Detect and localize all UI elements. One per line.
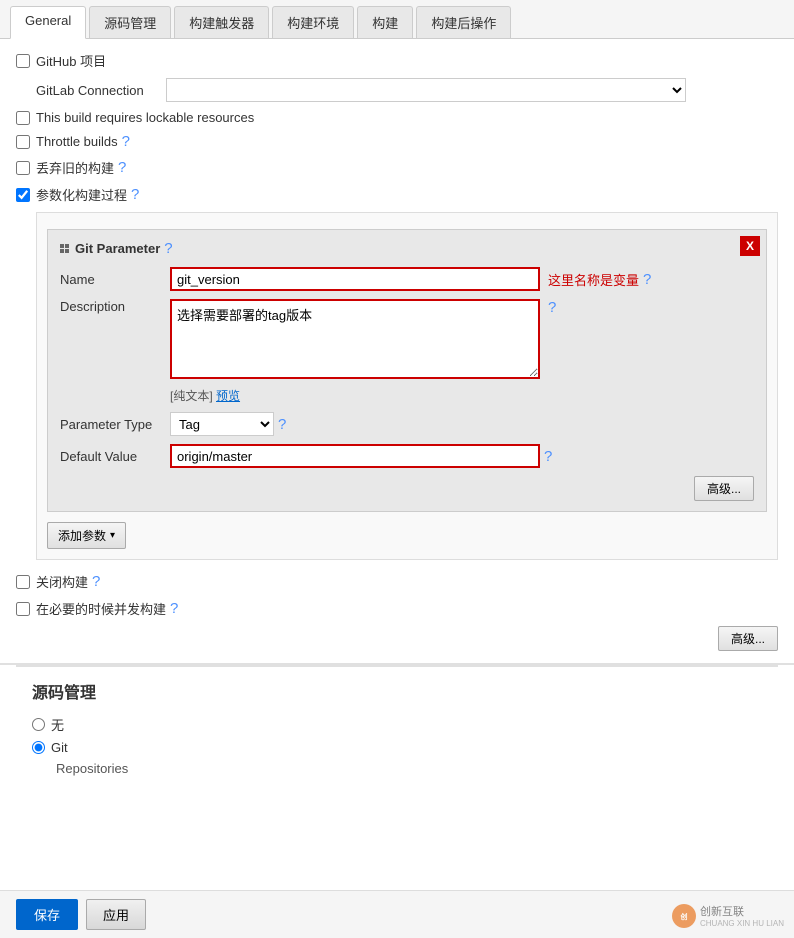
watermark-logo: 创 — [672, 904, 696, 928]
name-label: Name — [60, 272, 170, 287]
default-value-row: Default Value ? — [60, 444, 754, 468]
param-type-row: Parameter Type Tag Branch Revision Pull … — [60, 412, 754, 436]
parameterized-checkbox[interactable] — [16, 188, 30, 202]
gitlab-label: GitLab Connection — [36, 83, 166, 98]
watermark: 创 创新互联 CHUANG XIN HU LIAN — [672, 903, 784, 928]
discard-label: 丢弃旧的构建 — [36, 158, 114, 177]
tab-post[interactable]: 构建后操作 — [416, 6, 511, 38]
parameterized-help-icon[interactable]: ? — [131, 186, 139, 203]
github-label: GitHub 项目 — [36, 51, 106, 70]
preview-link[interactable]: 预览 — [216, 389, 240, 403]
description-label: Description — [60, 299, 170, 314]
throttle-row: Throttle builds ? — [16, 133, 778, 150]
git-param-title-text: Git Parameter — [75, 241, 160, 256]
description-help-icon[interactable]: ? — [548, 299, 556, 316]
name-input[interactable] — [170, 267, 540, 291]
disable-build-label: 关闭构建 — [36, 572, 88, 591]
lockable-checkbox[interactable] — [16, 111, 30, 125]
tab-env[interactable]: 构建环境 — [272, 6, 354, 38]
grid-icon — [60, 244, 69, 253]
source-section: 源码管理 无 Git Repositories — [16, 665, 778, 788]
disable-build-checkbox[interactable] — [16, 575, 30, 589]
concurrent-checkbox[interactable] — [16, 602, 30, 616]
tab-trigger[interactable]: 构建触发器 — [174, 6, 269, 38]
name-row: Name 这里名称是变量 ? — [60, 267, 754, 291]
git-label: Git — [51, 740, 68, 755]
git-radio-row: Git — [32, 740, 762, 755]
concurrent-row: 在必要的时候并发构建 ? — [16, 599, 778, 618]
discard-help-icon[interactable]: ? — [118, 159, 126, 176]
concurrent-help-icon[interactable]: ? — [170, 600, 178, 617]
tab-source[interactable]: 源码管理 — [89, 6, 171, 38]
default-value-input[interactable] — [170, 444, 540, 468]
discard-checkbox[interactable] — [16, 161, 30, 175]
parameterized-row: 参数化构建过程 ? — [16, 185, 778, 204]
param-type-help-icon[interactable]: ? — [278, 416, 286, 433]
add-param-row: 添加参数 ▾ — [47, 522, 767, 549]
repositories-label: Repositories — [56, 761, 762, 776]
advanced-button[interactable]: 高级... — [694, 476, 754, 501]
apply-button[interactable]: 应用 — [86, 899, 146, 930]
svg-text:创: 创 — [679, 912, 687, 921]
preview-prefix: [纯文本] — [170, 389, 213, 403]
bottom-section: 关闭构建 ? 在必要的时候并发构建 ? — [16, 572, 778, 618]
git-param-box: X Git Parameter ? Name 这里名称是 — [47, 229, 767, 512]
content-area: GitHub 项目 GitLab Connection This build r… — [0, 39, 794, 890]
none-label: 无 — [51, 715, 64, 734]
disable-build-row: 关闭构建 ? — [16, 572, 778, 591]
name-annotation: 这里名称是变量 — [548, 270, 639, 289]
git-param-help-icon[interactable]: ? — [164, 240, 172, 257]
param-type-select[interactable]: Tag Branch Revision Pull Request — [170, 412, 274, 436]
throttle-checkbox[interactable] — [16, 135, 30, 149]
close-button[interactable]: X — [740, 236, 760, 256]
description-row: Description 选择需要部署的tag版本 ? — [60, 299, 754, 379]
git-radio[interactable] — [32, 741, 45, 754]
gitlab-select[interactable] — [166, 78, 686, 102]
throttle-label: Throttle builds — [36, 134, 118, 149]
discard-row: 丢弃旧的构建 ? — [16, 158, 778, 177]
add-param-button[interactable]: 添加参数 ▾ — [47, 522, 126, 549]
source-section-title: 源码管理 — [32, 679, 762, 703]
default-value-help-icon[interactable]: ? — [544, 448, 552, 465]
none-radio[interactable] — [32, 718, 45, 731]
watermark-text: 创新互联 CHUANG XIN HU LIAN — [700, 903, 784, 928]
tabs-bar: General 源码管理 构建触发器 构建环境 构建 构建后操作 — [0, 0, 794, 39]
tab-build[interactable]: 构建 — [357, 6, 413, 38]
bottom-advanced-row: 高级... — [16, 626, 778, 651]
gitlab-row: GitLab Connection — [36, 78, 778, 102]
name-help-icon[interactable]: ? — [643, 271, 651, 288]
add-param-label: 添加参数 — [58, 527, 106, 544]
none-radio-row: 无 — [32, 715, 762, 734]
disable-build-help-icon[interactable]: ? — [92, 573, 100, 590]
throttle-help-icon[interactable]: ? — [122, 133, 130, 150]
preview-row: [纯文本] 预览 — [170, 387, 754, 404]
default-value-label: Default Value — [60, 449, 170, 464]
lockable-label: This build requires lockable resources — [36, 110, 254, 125]
lockable-row: This build requires lockable resources — [16, 110, 778, 125]
github-checkbox[interactable] — [16, 54, 30, 68]
advanced-btn-row: 高级... — [60, 476, 754, 501]
param-section: X Git Parameter ? Name 这里名称是 — [36, 212, 778, 560]
description-textarea[interactable]: 选择需要部署的tag版本 — [170, 299, 540, 379]
github-row: GitHub 项目 — [16, 51, 778, 70]
git-param-title: Git Parameter ? — [60, 240, 754, 257]
save-button[interactable]: 保存 — [16, 899, 78, 930]
parameterized-label: 参数化构建过程 — [36, 185, 127, 204]
param-type-label: Parameter Type — [60, 417, 170, 432]
bottom-advanced-button[interactable]: 高级... — [718, 626, 778, 651]
tab-general[interactable]: General — [10, 6, 86, 39]
dropdown-arrow-icon: ▾ — [110, 530, 115, 541]
concurrent-label: 在必要的时候并发构建 — [36, 599, 166, 618]
